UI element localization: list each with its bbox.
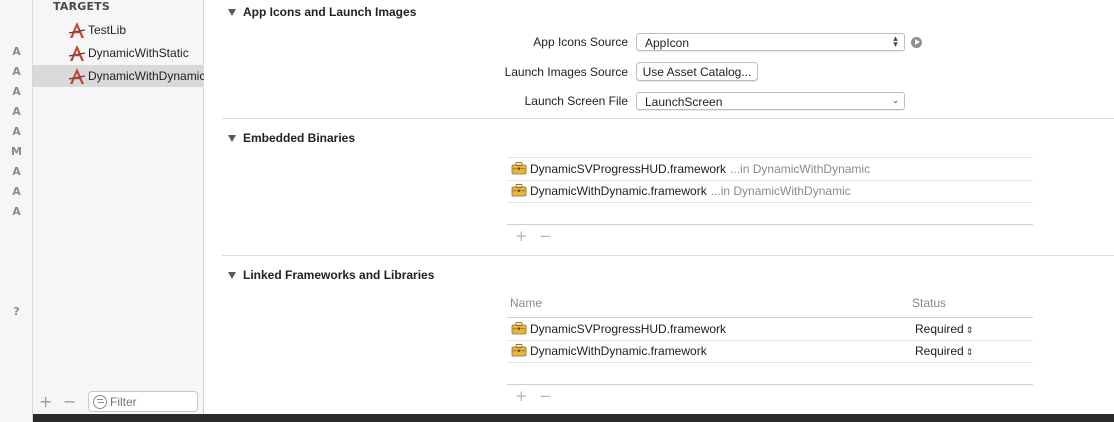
- section-title-linked-frameworks[interactable]: Linked Frameworks and Libraries: [228, 268, 434, 282]
- framework-location: ...in DynamicWithDynamic: [730, 162, 871, 176]
- section-title-text: App Icons and Launch Images: [243, 5, 417, 19]
- row-separator: [507, 202, 1033, 203]
- go-to-asset-catalog-icon[interactable]: [911, 37, 922, 48]
- debug-area-edge: [33, 414, 1114, 422]
- remove-embedded-binary-button[interactable]: −: [539, 227, 552, 245]
- status-popup[interactable]: Required ⇕: [915, 344, 973, 358]
- launch-screen-file-combo[interactable]: LaunchScreen ⌄: [636, 92, 905, 110]
- chevron-down-icon: ⌄: [891, 96, 900, 106]
- remove-target-button[interactable]: −: [63, 392, 76, 411]
- table-border: [507, 384, 1033, 385]
- target-item-dynamicwithdynamic[interactable]: DynamicWithDynamic: [33, 65, 206, 87]
- status-value: Required: [915, 322, 964, 336]
- table-border: [507, 224, 1033, 225]
- launch-images-source-label: Launch Images Source: [504, 65, 628, 79]
- status-marker: A: [12, 125, 21, 138]
- status-marker: A: [12, 45, 21, 58]
- up-down-chevron-icon: ⇕: [965, 326, 974, 336]
- app-icons-source-popup[interactable]: AppIcon ▴ ▾: [636, 33, 905, 51]
- framework-toolbox-icon: [511, 184, 527, 197]
- status-marker: A: [12, 185, 21, 198]
- popup-value: AppIcon: [645, 36, 690, 50]
- status-marker: ?: [13, 305, 20, 318]
- application-target-icon: [68, 45, 86, 61]
- add-target-button[interactable]: +: [39, 392, 52, 411]
- app-icons-source-label: App Icons Source: [533, 35, 628, 49]
- remove-linked-framework-button[interactable]: −: [539, 387, 552, 405]
- table-row[interactable]: DynamicWithDynamic.framework ...in Dynami…: [507, 180, 1033, 202]
- framework-name: DynamicSVProgressHUD.framework: [530, 162, 727, 176]
- target-label: DynamicWithDynamic: [88, 69, 206, 83]
- targets-sidebar: TARGETS TestLib DynamicWithStatic Dynami…: [33, 0, 206, 414]
- use-asset-catalog-button[interactable]: Use Asset Catalog...: [636, 62, 758, 81]
- column-header-name[interactable]: Name: [510, 296, 542, 310]
- section-title-text: Embedded Binaries: [243, 131, 356, 145]
- filter-input[interactable]: [110, 394, 195, 409]
- filter-field[interactable]: [88, 391, 198, 412]
- status-popup[interactable]: Required ⇕: [915, 322, 973, 336]
- target-label: DynamicWithStatic: [88, 46, 189, 60]
- target-label: TestLib: [88, 23, 127, 37]
- status-marker: A: [12, 85, 21, 98]
- framework-location: ...in DynamicWithDynamic: [710, 184, 851, 198]
- framework-toolbox-icon: [511, 344, 527, 357]
- framework-toolbox-icon: [511, 322, 527, 335]
- application-target-icon: [68, 68, 86, 84]
- popup-value: LaunchScreen: [645, 95, 723, 109]
- status-marker: A: [12, 105, 21, 118]
- section-title-text: Linked Frameworks and Libraries: [243, 268, 435, 282]
- framework-name: DynamicWithDynamic.framework: [530, 184, 707, 198]
- section-title-app-icons[interactable]: App Icons and Launch Images: [228, 5, 416, 19]
- add-linked-framework-button[interactable]: +: [515, 387, 528, 405]
- xcode-project-editor: A A A A A M A A A ? TARGETS TestLib Dyna: [0, 0, 1114, 422]
- table-row[interactable]: DynamicWithDynamic.framework Required ⇕: [507, 340, 1033, 362]
- up-down-chevron-icon: ⇕: [965, 348, 974, 358]
- status-marker: A: [12, 165, 21, 178]
- row-separator: [507, 362, 1033, 363]
- up-down-chevron-icon: ▴ ▾: [893, 34, 898, 50]
- target-item-testlib[interactable]: TestLib: [33, 19, 204, 41]
- section-divider: [222, 118, 1114, 119]
- framework-name: DynamicWithDynamic.framework: [530, 344, 707, 358]
- framework-name: DynamicSVProgressHUD.framework: [530, 322, 727, 336]
- section-title-embedded-binaries[interactable]: Embedded Binaries: [228, 131, 355, 145]
- status-value: Required: [915, 344, 964, 358]
- status-marker: A: [12, 205, 21, 218]
- section-divider: [222, 255, 1114, 256]
- framework-toolbox-icon: [511, 162, 527, 175]
- target-item-dynamicwithstatic[interactable]: DynamicWithStatic: [33, 42, 204, 64]
- filter-icon: [93, 395, 107, 409]
- table-row[interactable]: DynamicSVProgressHUD.framework ...in Dyna…: [507, 158, 1033, 180]
- table-row[interactable]: DynamicSVProgressHUD.framework Required ⇕: [507, 318, 1033, 340]
- add-embedded-binary-button[interactable]: +: [515, 227, 528, 245]
- status-marker: M: [11, 145, 22, 158]
- general-settings-pane: App Icons and Launch Images App Icons So…: [204, 0, 1114, 414]
- source-control-status-gutter: A A A A A M A A A ?: [0, 0, 33, 422]
- column-header-status[interactable]: Status: [912, 296, 946, 310]
- launch-screen-file-label: Launch Screen File: [524, 94, 628, 108]
- application-target-icon: [68, 22, 86, 38]
- status-marker: A: [12, 65, 21, 78]
- sidebar-footer: + −: [33, 390, 204, 414]
- targets-header: TARGETS: [53, 0, 111, 13]
